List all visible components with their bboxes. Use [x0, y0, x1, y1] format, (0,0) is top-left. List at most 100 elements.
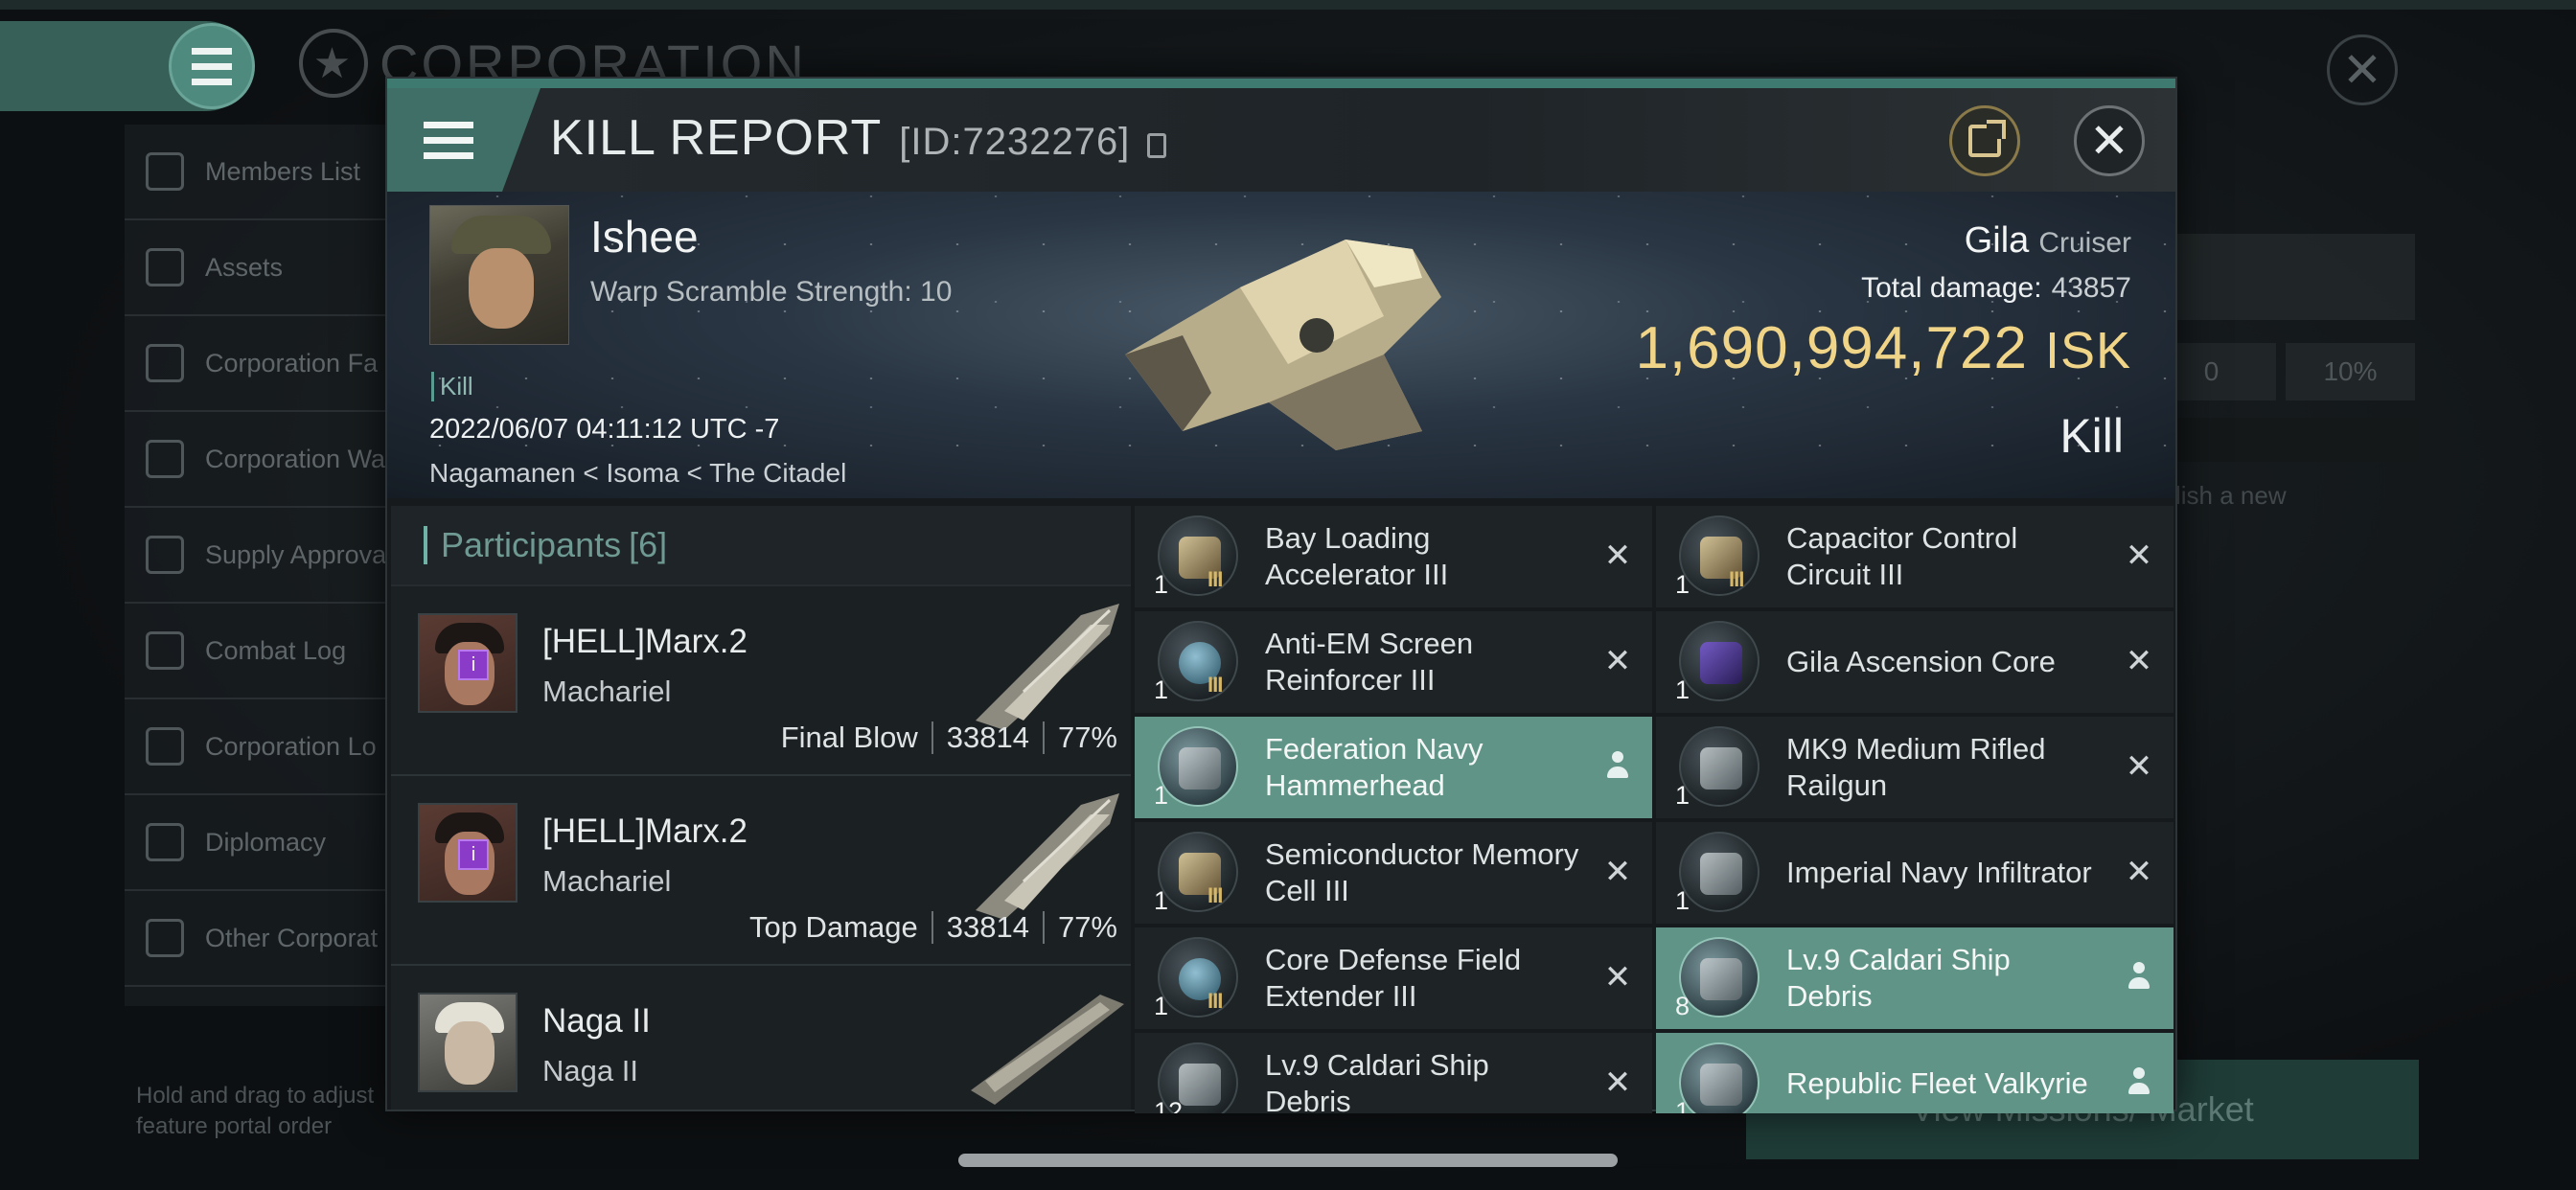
screen: ★ CORPORATION ✕ Members List Assets Corp…	[0, 0, 2576, 1190]
star-icon	[146, 919, 184, 957]
close-button[interactable]: ✕	[2074, 105, 2145, 176]
destroyed-icon: ✕	[1603, 643, 1632, 679]
destroyed-icon: ✕	[2125, 748, 2153, 785]
item-name: Bay Loading Accelerator III	[1265, 521, 1449, 591]
participant-name: [HELL]Marx.2	[542, 623, 748, 660]
warp-scramble-strength: Warp Scramble Strength: 10	[590, 276, 953, 308]
participant-row[interactable]: Naga II Naga II	[391, 966, 1131, 1110]
destroyed-icon: ✕	[1603, 538, 1632, 574]
item-meta-level: III	[1729, 567, 1744, 591]
log-icon	[146, 727, 184, 766]
item-name: Gila Ascension Core	[1786, 645, 2056, 678]
destroyed-icon: ✕	[2125, 854, 2153, 890]
bg-right-text: lish a new	[2175, 481, 2287, 510]
item-quantity: 1	[1675, 886, 1690, 915]
item-quantity: 8	[1675, 992, 1690, 1020]
item-name: Core Defense Field Extender III	[1265, 943, 1522, 1013]
export-icon	[1968, 120, 2006, 157]
kill-location[interactable]: Nagamanen < Isoma < The Citadel	[429, 458, 846, 489]
main-menu-button[interactable]	[169, 23, 255, 109]
corporation-star-icon: ★	[299, 29, 368, 98]
item-row[interactable]: 1 III Bay Loading Accelerator III ✕	[1135, 506, 1652, 607]
destroyed-icon: ✕	[1603, 854, 1632, 890]
item-row[interactable]: 1 Federation Navy Hammerhead	[1135, 717, 1652, 818]
item-quantity: 1	[1154, 781, 1169, 810]
item-row[interactable]: 1 III Core Defense Field Extender III ✕	[1135, 927, 1652, 1029]
module-icon	[1158, 515, 1238, 596]
item-quantity: 1	[1154, 992, 1169, 1020]
isk-amount: 1,690,994,722	[1635, 315, 2028, 381]
item-quantity: 1	[1675, 1097, 1690, 1113]
item-quantity: 1	[1675, 781, 1690, 810]
copy-icon[interactable]	[1147, 133, 1167, 158]
bg-sidebar-label: Corporation Lo	[205, 731, 377, 761]
hamburger-icon	[424, 121, 473, 159]
participant-stats: Top Damage 33814 77%	[749, 910, 1117, 945]
supply-icon	[146, 536, 184, 574]
item-quantity: 1	[1154, 886, 1169, 915]
participant-ship: Machariel	[542, 864, 672, 898]
modal-menu-button[interactable]	[387, 88, 540, 192]
participant-label: Final Blow	[780, 721, 918, 754]
victim-name[interactable]: Ishee	[590, 211, 699, 263]
item-meta-level: III	[1208, 567, 1223, 591]
ship-class: Cruiser	[2038, 227, 2131, 259]
participant-ship-image	[976, 604, 1119, 730]
item-name: Lv.9 Caldari Ship Debris	[1786, 943, 2011, 1013]
debris-icon	[1679, 937, 1760, 1018]
drone-icon	[1158, 726, 1238, 807]
combat-icon	[146, 631, 184, 670]
bg-close-icon[interactable]: ✕	[2327, 34, 2398, 105]
destroyed-icon: ✕	[2125, 538, 2153, 574]
item-quantity: 1	[1675, 675, 1690, 704]
bg-drag-hint: Hold and drag to adjust feature portal o…	[136, 1083, 375, 1139]
victim-portrait[interactable]	[429, 205, 569, 345]
item-row[interactable]: 1 MK9 Medium Rifled Railgun ✕	[1656, 717, 2174, 818]
participant-name: [HELL]Marx.2	[542, 812, 748, 850]
kill-report-title: KILL REPORT	[550, 110, 883, 166]
destroyed-icon: ✕	[1603, 1064, 1632, 1101]
item-meta-level: III	[1208, 673, 1223, 697]
dropped-person-icon	[1600, 749, 1635, 784]
item-row[interactable]: 1 III Capacitor Control Circuit III ✕	[1656, 506, 2174, 607]
module-icon	[1679, 515, 1760, 596]
destroyed-icon: ✕	[2125, 643, 2153, 679]
item-row[interactable]: 1 III Semiconductor Memory Cell III ✕	[1135, 822, 1652, 924]
participants-title: Participants	[441, 525, 622, 564]
participant-row[interactable]: i [HELL]Marx.2 Machariel Top Damage 3381…	[391, 776, 1131, 966]
item-name: Lv.9 Caldari Ship Debris	[1265, 1048, 1489, 1113]
participant-ship: Machariel	[542, 675, 672, 708]
share-button[interactable]	[1949, 105, 2020, 176]
bg-right-panel	[2147, 234, 2415, 320]
module-icon	[1158, 621, 1238, 701]
participants-panel: Participants [6] i [HELL]Marx.2 Macharie…	[391, 506, 1131, 1110]
participant-ship-image	[976, 793, 1119, 920]
rank-badge-icon: i	[458, 650, 489, 680]
kill-tag: Kill	[431, 372, 473, 401]
item-row[interactable]: 1 III Anti-EM Screen Reinforcer III ✕	[1135, 611, 1652, 713]
rank-badge-icon: i	[458, 839, 489, 870]
kill-report-id: [ID:7232276]	[899, 121, 1131, 163]
bg-sidebar-label: Diplomacy	[205, 827, 327, 857]
item-row[interactable]: 8 Lv.9 Caldari Ship Debris	[1656, 927, 2174, 1029]
kill-report-modal: KILL REPORT [ID:7232276] ✕ Ishee Warp Sc…	[385, 77, 2177, 1113]
item-row[interactable]: 1 Republic Fleet Valkyrie	[1656, 1033, 2174, 1113]
bg-right-values: 0 10%	[2147, 343, 2415, 400]
isk-value: 1,690,994,722 ISK	[1635, 314, 2131, 382]
module-icon	[1158, 937, 1238, 1018]
item-row[interactable]: 1 Imperial Navy Infiltrator ✕	[1656, 822, 2174, 924]
bg-right-bar	[2147, 418, 2419, 462]
item-quantity: 1	[1154, 570, 1169, 599]
kill-result: Kill	[2059, 409, 2124, 463]
victim-banner: Ishee Warp Scramble Strength: 10 Kill 20…	[387, 192, 2175, 498]
item-row[interactable]: 12 Lv.9 Caldari Ship Debris ✕	[1135, 1033, 1652, 1113]
home-indicator[interactable]	[958, 1154, 1618, 1167]
victim-ship[interactable]: Gila Cruiser	[1965, 220, 2131, 262]
item-name: MK9 Medium Rifled Railgun	[1786, 732, 2046, 802]
diplomacy-icon	[146, 823, 184, 861]
participant-ship: Naga II	[542, 1054, 638, 1087]
item-row[interactable]: 1 Gila Ascension Core ✕	[1656, 611, 2174, 713]
participant-row[interactable]: i [HELL]Marx.2 Machariel Final Blow 3381…	[391, 586, 1131, 776]
modal-header: KILL REPORT [ID:7232276] ✕	[387, 88, 2175, 192]
participant-avatar	[418, 993, 518, 1092]
